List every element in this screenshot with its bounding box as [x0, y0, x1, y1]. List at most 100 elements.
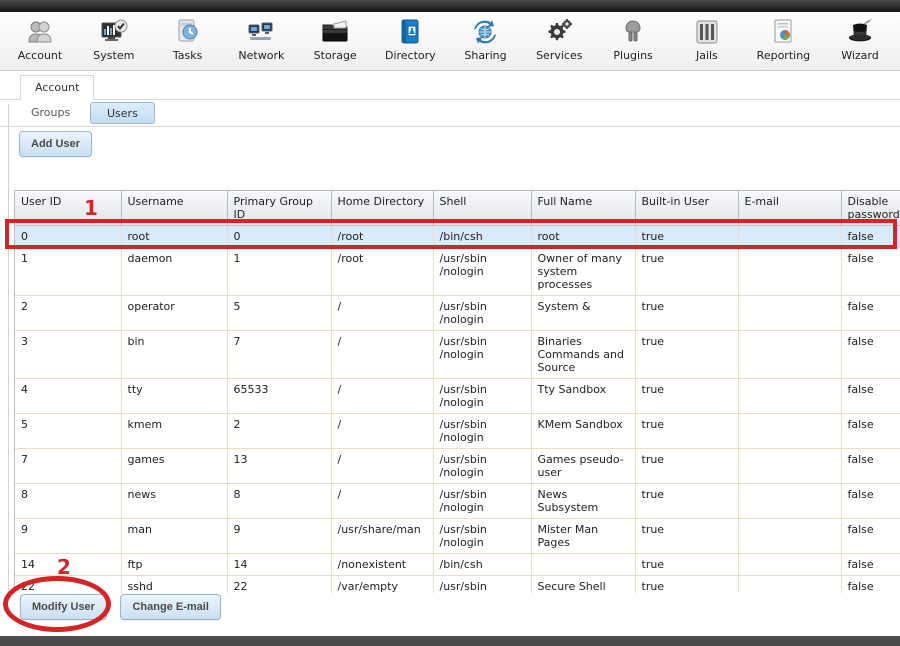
- table-row[interactable]: 22sshd22/var/empty/usr/sbin /nologinSecu…: [15, 576, 900, 594]
- table-cell: sshd: [121, 576, 227, 594]
- table-row[interactable]: 9man9/usr/share/man/usr/sbin /nologinMis…: [15, 519, 900, 554]
- column-header[interactable]: Home Directory: [331, 191, 433, 226]
- users-grid: User IDUsernamePrimary Group IDHome Dire…: [14, 190, 900, 593]
- table-cell: 22: [227, 576, 331, 594]
- table-cell: /usr/sbin /nologin: [433, 296, 531, 331]
- column-header[interactable]: E-mail: [738, 191, 841, 226]
- toolbar-item-storage[interactable]: Storage: [311, 16, 359, 62]
- table-cell: 13: [227, 449, 331, 484]
- toolbar-item-label: Sharing: [464, 49, 506, 62]
- table-cell: true: [635, 379, 738, 414]
- column-header[interactable]: Primary Group ID: [227, 191, 331, 226]
- tab-account[interactable]: Account: [20, 75, 94, 101]
- sharing-icon: [469, 16, 501, 48]
- toolbar-item-label: Jails: [696, 49, 718, 62]
- table-cell: 9: [227, 519, 331, 554]
- table-cell: /: [331, 484, 433, 519]
- table-row[interactable]: 1daemon1/root/usr/sbin /nologinOwner of …: [15, 248, 900, 296]
- table-cell: false: [841, 226, 900, 248]
- tab-groups[interactable]: Groups: [31, 106, 70, 119]
- wizard-icon: [844, 16, 876, 48]
- jails-icon: [691, 16, 723, 48]
- table-cell: /usr/sbin /nologin: [433, 379, 531, 414]
- table-cell: /: [331, 296, 433, 331]
- table-cell: 5: [227, 296, 331, 331]
- table-cell: 1: [15, 248, 121, 296]
- toolbar-item-label: Wizard: [841, 49, 879, 62]
- bottom-window-bar: [0, 636, 900, 646]
- toolbar-item-label: Directory: [385, 49, 436, 62]
- add-user-button[interactable]: Add User: [19, 131, 92, 157]
- storage-icon: [319, 16, 351, 48]
- table-cell: true: [635, 414, 738, 449]
- table-cell: false: [841, 484, 900, 519]
- table-cell: 4: [15, 379, 121, 414]
- table-cell: 14: [227, 554, 331, 576]
- table-cell: [531, 554, 635, 576]
- plugins-icon: [617, 16, 649, 48]
- toolbar-item-account[interactable]: Account: [16, 16, 64, 62]
- table-cell: false: [841, 331, 900, 379]
- column-header[interactable]: Built-in User: [635, 191, 738, 226]
- table-cell: true: [635, 554, 738, 576]
- table-cell: System &: [531, 296, 635, 331]
- services-icon: [543, 16, 575, 48]
- table-cell: true: [635, 449, 738, 484]
- table-cell: true: [635, 484, 738, 519]
- table-cell: /usr/sbin /nologin: [433, 331, 531, 379]
- table-header-row: User IDUsernamePrimary Group IDHome Dire…: [15, 191, 900, 226]
- column-header[interactable]: Disable password: [841, 191, 900, 226]
- tasks-icon: [172, 16, 204, 48]
- modify-user-button[interactable]: Modify User: [20, 594, 107, 620]
- column-header[interactable]: Shell: [433, 191, 531, 226]
- table-cell: [738, 449, 841, 484]
- column-header[interactable]: User ID: [15, 191, 121, 226]
- table-cell: false: [841, 248, 900, 296]
- toolbar-item-wizard[interactable]: Wizard: [836, 16, 884, 62]
- table-row[interactable]: 2operator5//usr/sbin /nologinSystem &tru…: [15, 296, 900, 331]
- main-tab-strip: Account: [0, 75, 900, 100]
- toolbar-item-tasks[interactable]: Tasks: [164, 16, 212, 62]
- toolbar-item-reporting[interactable]: Reporting: [757, 16, 810, 62]
- toolbar-item-label: System: [93, 49, 134, 62]
- table-row[interactable]: 0root0/root/bin/cshroottruefalse: [15, 226, 900, 248]
- table-cell: [738, 414, 841, 449]
- table-cell: /bin/csh: [433, 226, 531, 248]
- table-cell: /usr/sbin /nologin: [433, 484, 531, 519]
- table-cell: /nonexistent: [331, 554, 433, 576]
- table-row[interactable]: 14ftp14/nonexistent/bin/cshtruefalse: [15, 554, 900, 576]
- table-cell: 5: [15, 414, 121, 449]
- top-window-bar: [0, 0, 900, 12]
- content-panel-border: [8, 104, 9, 593]
- toolbar-item-jails[interactable]: Jails: [683, 16, 731, 62]
- table-cell: /usr/sbin /nologin: [433, 519, 531, 554]
- annotation-step-1: 1: [84, 196, 98, 220]
- table-cell: /bin/csh: [433, 554, 531, 576]
- column-header[interactable]: Full Name: [531, 191, 635, 226]
- change-email-button[interactable]: Change E-mail: [120, 594, 220, 620]
- table-cell: /: [331, 331, 433, 379]
- toolbar-item-directory[interactable]: Directory: [385, 16, 436, 62]
- tab-users[interactable]: Users: [90, 102, 155, 124]
- toolbar-item-system[interactable]: System: [90, 16, 138, 62]
- table-cell: /root: [331, 248, 433, 296]
- table-cell: /: [331, 449, 433, 484]
- table-row[interactable]: 7games13//usr/sbin /nologinGames pseudo-…: [15, 449, 900, 484]
- table-row[interactable]: 4tty65533//usr/sbin /nologinTty Sandboxt…: [15, 379, 900, 414]
- table-row[interactable]: 8news8//usr/sbin /nologinNews Subsystemt…: [15, 484, 900, 519]
- table-cell: false: [841, 554, 900, 576]
- main-toolbar: Account System Tasks Network Storage Director…: [0, 12, 900, 71]
- column-header[interactable]: Username: [121, 191, 227, 226]
- table-cell: Mister Man Pages: [531, 519, 635, 554]
- toolbar-item-services[interactable]: Services: [535, 16, 583, 62]
- table-row[interactable]: 3bin7//usr/sbin /nologinBinaries Command…: [15, 331, 900, 379]
- toolbar-item-plugins[interactable]: Plugins: [609, 16, 657, 62]
- table-row[interactable]: 5kmem2//usr/sbin /nologinKMem Sandboxtru…: [15, 414, 900, 449]
- table-cell: 9: [15, 519, 121, 554]
- toolbar-item-sharing[interactable]: Sharing: [461, 16, 509, 62]
- table-cell: 1: [227, 248, 331, 296]
- table-cell: root: [531, 226, 635, 248]
- toolbar-item-label: Storage: [314, 49, 357, 62]
- toolbar-item-network[interactable]: Network: [237, 16, 285, 62]
- table-cell: 0: [15, 226, 121, 248]
